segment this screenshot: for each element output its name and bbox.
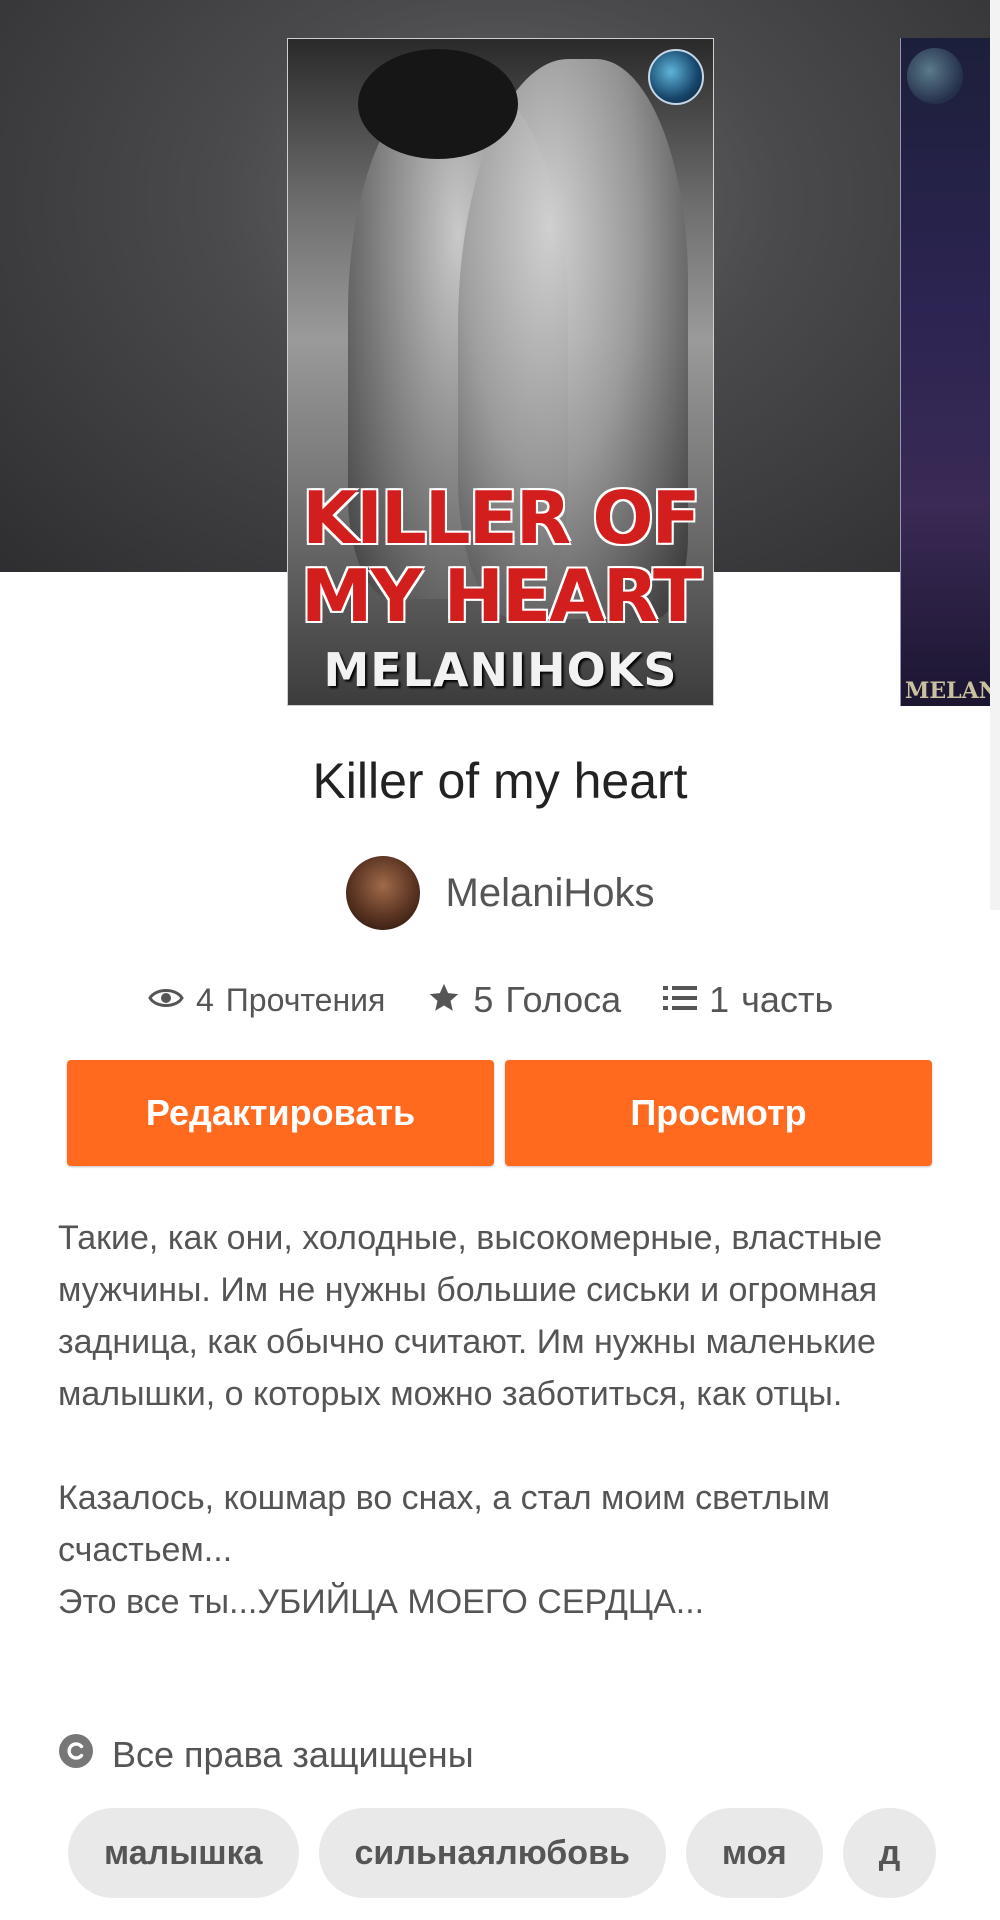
avatar[interactable] <box>345 856 420 930</box>
cover-title-line1: KILLER OF <box>302 476 700 560</box>
list-icon <box>663 984 698 1017</box>
stat-reads-label: Прочтения <box>225 981 386 1018</box>
stat-parts-value: 1 <box>709 979 730 1020</box>
story-stats: 4 Прочтения 5 Голоса 1 часть <box>148 970 833 1030</box>
eye-icon <box>148 985 184 1016</box>
view-button[interactable]: Просмотр <box>505 1060 932 1166</box>
stat-votes: 5 Голоса <box>427 979 621 1021</box>
cover-title: KILLER OF MY HEART <box>288 479 713 635</box>
cover-figure <box>358 49 518 159</box>
copyright-icon <box>58 1733 94 1778</box>
stat-votes-label: Голоса <box>505 979 622 1020</box>
tag-chip[interactable]: сильнаялюбовь <box>318 1808 666 1898</box>
tag-chip[interactable]: малышка <box>68 1808 299 1898</box>
copyright-label: Все права защищены <box>112 1734 474 1775</box>
tag-chip[interactable]: д <box>842 1808 937 1898</box>
next-story-cover[interactable]: MELAN <box>900 38 1000 706</box>
stat-reads: 4 Прочтения <box>148 982 385 1019</box>
stat-parts-label: часть <box>741 979 834 1020</box>
tag-list: малышка сильнаялюбовь моя д <box>68 1808 960 1898</box>
copyright-row: Все права защищены <box>58 1730 474 1780</box>
cover-title-line2: MY HEART <box>300 554 702 638</box>
cover-badge-icon <box>648 49 704 105</box>
story-description: Такие, как они, холодные, высокомерные, … <box>58 1219 883 1621</box>
author-name[interactable]: MelaniHoks <box>446 871 655 916</box>
stat-votes-value: 5 <box>473 979 494 1020</box>
cover-badge-icon <box>907 48 963 104</box>
stat-parts: 1 часть <box>663 979 833 1021</box>
tag-chip[interactable]: моя <box>685 1808 823 1898</box>
edit-button[interactable]: Редактировать <box>67 1060 494 1166</box>
story-cover[interactable]: KILLER OF MY HEART MELANIHOKS <box>287 38 714 706</box>
stat-reads-value: 4 <box>196 981 214 1018</box>
author-row[interactable]: MelaniHoks <box>0 855 1000 931</box>
next-cover-author: MELAN <box>905 678 999 704</box>
star-icon <box>427 981 461 1020</box>
cover-author: MELANIHOKS <box>323 643 678 697</box>
story-title: Killer of my heart <box>312 753 688 809</box>
